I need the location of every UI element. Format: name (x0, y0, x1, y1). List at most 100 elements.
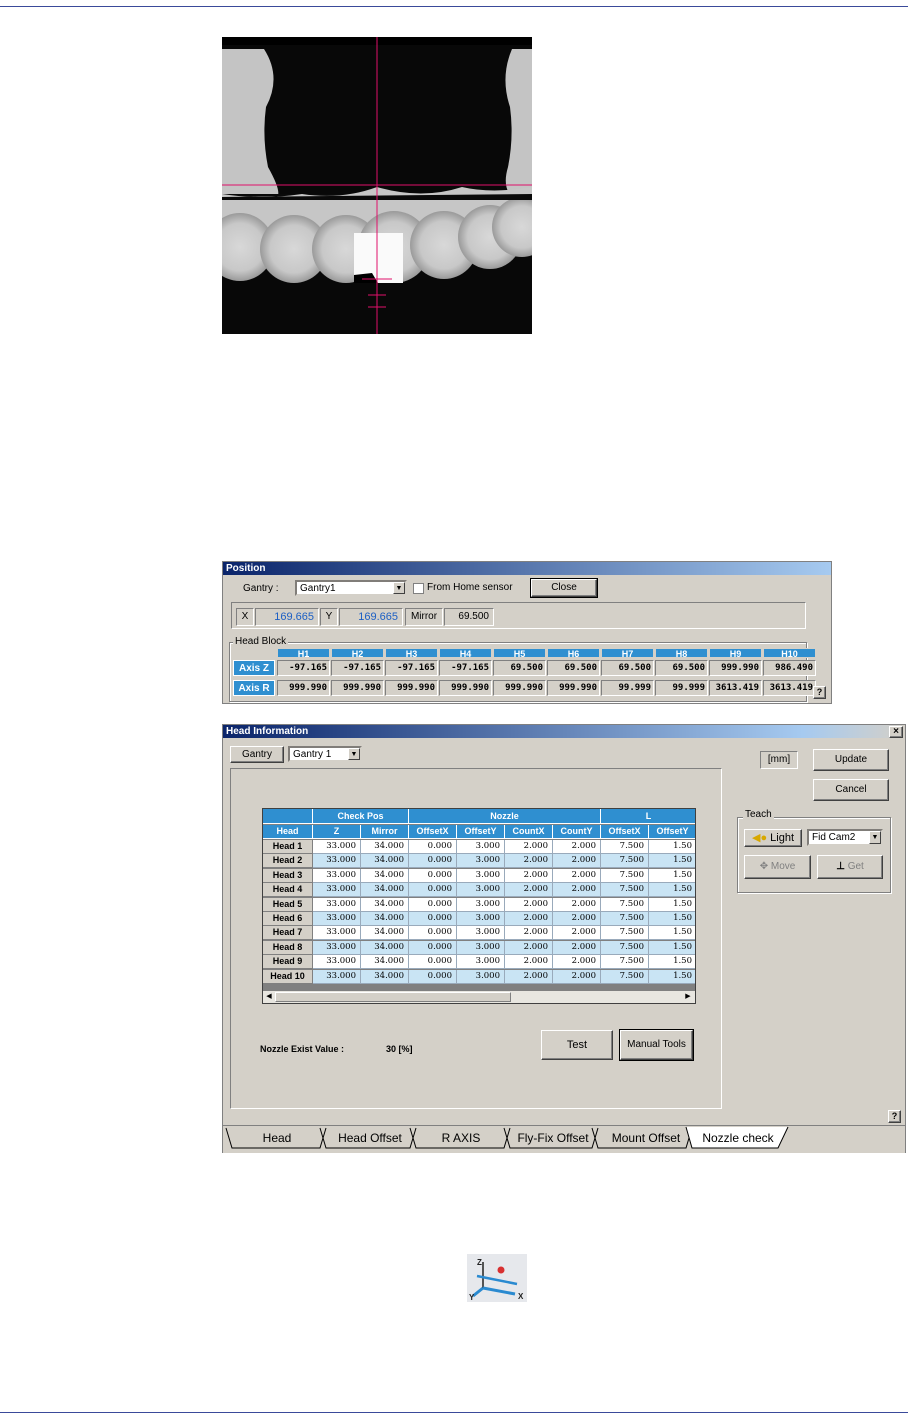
grid-cell[interactable]: 2.000 (505, 912, 553, 926)
grid-column-header[interactable]: OffsetX (601, 825, 649, 839)
grid-cell[interactable]: 34.000 (361, 897, 409, 912)
grid-cell[interactable]: 0.000 (409, 868, 457, 883)
grid-cell[interactable]: 7.500 (601, 854, 649, 869)
row-head-name[interactable]: Head 7 (263, 926, 313, 941)
grid-cell[interactable]: 33.000 (313, 868, 361, 883)
grid-cell[interactable]: 7.500 (601, 883, 649, 898)
update-button[interactable]: Update (813, 749, 889, 771)
grid-column-header[interactable]: Mirror (361, 825, 409, 839)
grid-column-header[interactable]: CountY (553, 825, 601, 839)
grid-cell[interactable]: 7.500 (601, 912, 649, 926)
grid-cell[interactable]: 34.000 (361, 926, 409, 941)
tab-r-axis[interactable]: R AXIS (416, 1128, 506, 1148)
grid-cell[interactable]: 0.000 (409, 897, 457, 912)
grid-cell[interactable]: 2.000 (505, 840, 553, 854)
row-head-name[interactable]: Head 6 (263, 912, 313, 926)
grid-cell[interactable]: 2.000 (553, 883, 601, 898)
grid-column-header[interactable]: OffsetY (649, 825, 695, 839)
grid-cell[interactable]: 2.000 (553, 897, 601, 912)
table-row[interactable]: Head 3 33.000 34.000 0.000 3.000 2.000 2.000 7.… (263, 868, 695, 883)
axis-r-button[interactable]: Axis R (233, 680, 275, 696)
grid-cell[interactable]: 0.000 (409, 912, 457, 926)
grid-cell[interactable]: 0.000 (409, 840, 457, 854)
grid-cell[interactable]: 33.000 (313, 969, 361, 984)
gantry-tab-button[interactable]: Gantry (230, 746, 284, 763)
grid-cell[interactable]: 2.000 (553, 912, 601, 926)
row-head-name[interactable]: Head 4 (263, 883, 313, 898)
grid-cell[interactable]: 3.000 (457, 854, 505, 869)
grid-cell[interactable]: 0.000 (409, 854, 457, 869)
grid-cell[interactable]: 34.000 (361, 883, 409, 898)
grid-cell[interactable]: 2.000 (505, 868, 553, 883)
table-row[interactable]: Head 9 33.000 34.000 0.000 3.000 2.000 2.000 7.… (263, 955, 695, 970)
grid-cell[interactable]: 34.000 (361, 854, 409, 869)
horizontal-scrollbar[interactable]: ◀ ▶ (263, 991, 695, 1003)
grid-cell[interactable]: 33.000 (313, 883, 361, 898)
grid-cell[interactable]: 7.500 (601, 897, 649, 912)
grid-cell[interactable]: 3.000 (457, 840, 505, 854)
grid-column-header[interactable]: Head (263, 825, 313, 839)
grid-cell[interactable]: 1.50 (649, 868, 695, 883)
head-gantry-select[interactable]: Gantry 1 ▼ (288, 746, 362, 762)
help-button[interactable]: ? (813, 686, 826, 699)
chevron-down-icon[interactable]: ▼ (348, 748, 360, 760)
grid-cell[interactable]: 0.000 (409, 955, 457, 970)
grid-cell[interactable]: 1.50 (649, 897, 695, 912)
grid-cell[interactable]: 1.50 (649, 955, 695, 970)
grid-cell[interactable]: 33.000 (313, 840, 361, 854)
grid-cell[interactable]: 33.000 (313, 940, 361, 955)
grid-cell[interactable]: 33.000 (313, 955, 361, 970)
grid-cell[interactable]: 34.000 (361, 955, 409, 970)
grid-cell[interactable]: 33.000 (313, 912, 361, 926)
grid-cell[interactable]: 7.500 (601, 868, 649, 883)
row-head-name[interactable]: Head 8 (263, 940, 313, 955)
table-row[interactable]: Head 4 33.000 34.000 0.000 3.000 2.000 2.000 7.… (263, 883, 695, 898)
grid-cell[interactable]: 1.50 (649, 912, 695, 926)
grid-cell[interactable]: 34.000 (361, 868, 409, 883)
row-head-name[interactable]: Head 2 (263, 854, 313, 869)
grid-cell[interactable]: 2.000 (553, 969, 601, 984)
grid-cell[interactable]: 7.500 (601, 840, 649, 854)
grid-cell[interactable]: 2.000 (553, 854, 601, 869)
grid-cell[interactable]: 2.000 (553, 868, 601, 883)
scroll-right-icon[interactable]: ▶ (683, 992, 693, 1002)
axis-z-button[interactable]: Axis Z (233, 660, 275, 676)
grid-cell[interactable]: 2.000 (505, 940, 553, 955)
tab-head-offset[interactable]: Head Offset (326, 1128, 414, 1148)
grid-cell[interactable]: 1.50 (649, 883, 695, 898)
grid-cell[interactable]: 2.000 (553, 840, 601, 854)
grid-cell[interactable]: 2.000 (553, 926, 601, 941)
test-button[interactable]: Test (541, 1030, 613, 1060)
light-button[interactable]: ◀● Light (744, 829, 802, 847)
grid-cell[interactable]: 1.50 (649, 940, 695, 955)
table-row[interactable]: Head 8 33.000 34.000 0.000 3.000 2.000 2.000 7.… (263, 940, 695, 955)
camera-select[interactable]: Fid Cam2 ▼ (807, 829, 883, 846)
grid-cell[interactable]: 2.000 (553, 955, 601, 970)
gantry-select[interactable]: Gantry1 ▼ (295, 580, 407, 596)
grid-cell[interactable]: 0.000 (409, 926, 457, 941)
grid-cell[interactable]: 2.000 (505, 969, 553, 984)
scroll-left-icon[interactable]: ◀ (264, 992, 274, 1002)
grid-cell[interactable]: 33.000 (313, 854, 361, 869)
row-head-name[interactable]: Head 9 (263, 955, 313, 970)
grid-cell[interactable]: 3.000 (457, 912, 505, 926)
grid-cell[interactable]: 7.500 (601, 969, 649, 984)
grid-column-header[interactable]: Z (313, 825, 361, 839)
cancel-button[interactable]: Cancel (813, 779, 889, 801)
grid-cell[interactable]: 3.000 (457, 883, 505, 898)
close-button[interactable]: Close (530, 578, 598, 598)
grid-cell[interactable]: 3.000 (457, 955, 505, 970)
grid-cell[interactable]: 0.000 (409, 940, 457, 955)
chevron-down-icon[interactable]: ▼ (869, 831, 881, 844)
from-home-checkbox[interactable] (413, 583, 424, 594)
table-row[interactable]: Head 2 33.000 34.000 0.000 3.000 2.000 2.000 7.… (263, 854, 695, 869)
grid-cell[interactable]: 2.000 (553, 940, 601, 955)
grid-cell[interactable]: 3.000 (457, 969, 505, 984)
grid-cell[interactable]: 7.500 (601, 940, 649, 955)
grid-cell[interactable]: 0.000 (409, 883, 457, 898)
table-row[interactable]: Head 10 33.000 34.000 0.000 3.000 2.000 2.000 7… (263, 969, 695, 984)
tab-mount-offset[interactable]: Mount Offset (600, 1128, 692, 1148)
grid-cell[interactable]: 3.000 (457, 897, 505, 912)
grid-cell[interactable]: 1.50 (649, 854, 695, 869)
table-row[interactable]: Head 1 33.000 34.000 0.000 3.000 2.000 2.000 7.… (263, 840, 695, 854)
